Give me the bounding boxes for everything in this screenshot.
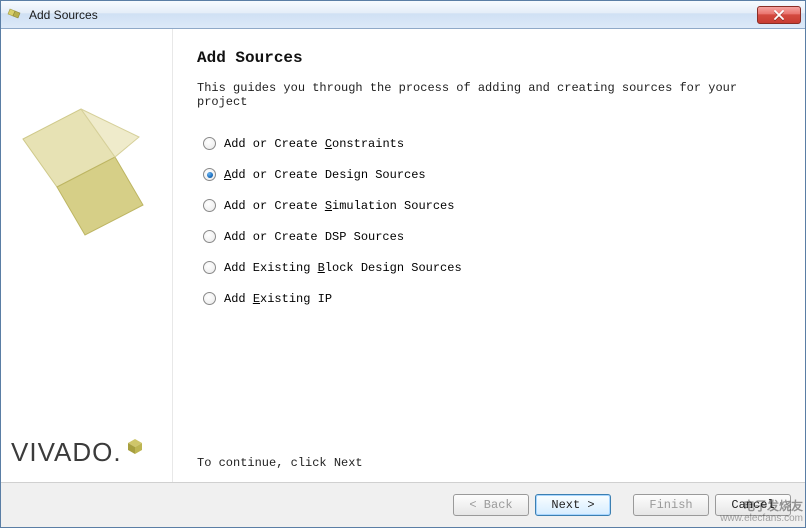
radio-icon[interactable] [203,261,216,274]
close-button[interactable] [757,6,801,24]
radio-icon[interactable] [203,137,216,150]
footer-hint: To continue, click Next [197,444,781,470]
close-icon [774,10,784,20]
option-label: Add or Create Constraints [224,138,404,150]
brand-text: VIVADO. [11,437,122,468]
option-label: Add Existing Block Design Sources [224,262,462,274]
options-group: Add or Create Constraints Add or Create D… [197,137,781,305]
finish-button[interactable]: Finish [633,494,709,516]
back-button[interactable]: < Back [453,494,529,516]
radio-icon[interactable] [203,168,216,181]
option-row[interactable]: Add or Create Design Sources [203,168,781,181]
option-label: Add or Create Design Sources [224,169,426,181]
dialog-body: VIVADO. Add Sources This guides you thro… [1,29,805,483]
radio-icon[interactable] [203,199,216,212]
page-heading: Add Sources [197,49,781,67]
option-row[interactable]: Add or Create DSP Sources [203,230,781,243]
button-bar: < Back Next > Finish Cancel [1,483,805,527]
option-row[interactable]: Add or Create Constraints [203,137,781,150]
brand-cube-icon [126,431,144,462]
option-label: Add or Create Simulation Sources [224,200,454,212]
titlebar[interactable]: Add Sources [1,1,805,29]
side-panel: VIVADO. [1,29,173,482]
option-row[interactable]: Add Existing Block Design Sources [203,261,781,274]
window-title: Add Sources [29,8,757,22]
brand-logo: VIVADO. [11,437,144,468]
radio-icon[interactable] [203,292,216,305]
radio-icon[interactable] [203,230,216,243]
side-art [1,29,172,482]
option-label: Add Existing IP [224,293,332,305]
cancel-button[interactable]: Cancel [715,494,791,516]
next-button[interactable]: Next > [535,494,611,516]
dialog-window: Add Sources VIVADO. [0,0,806,528]
option-row[interactable]: Add or Create Simulation Sources [203,199,781,212]
option-row[interactable]: Add Existing IP [203,292,781,305]
app-icon [7,7,23,23]
main-panel: Add Sources This guides you through the … [173,29,805,482]
option-label: Add or Create DSP Sources [224,231,404,243]
page-description: This guides you through the process of a… [197,81,781,109]
